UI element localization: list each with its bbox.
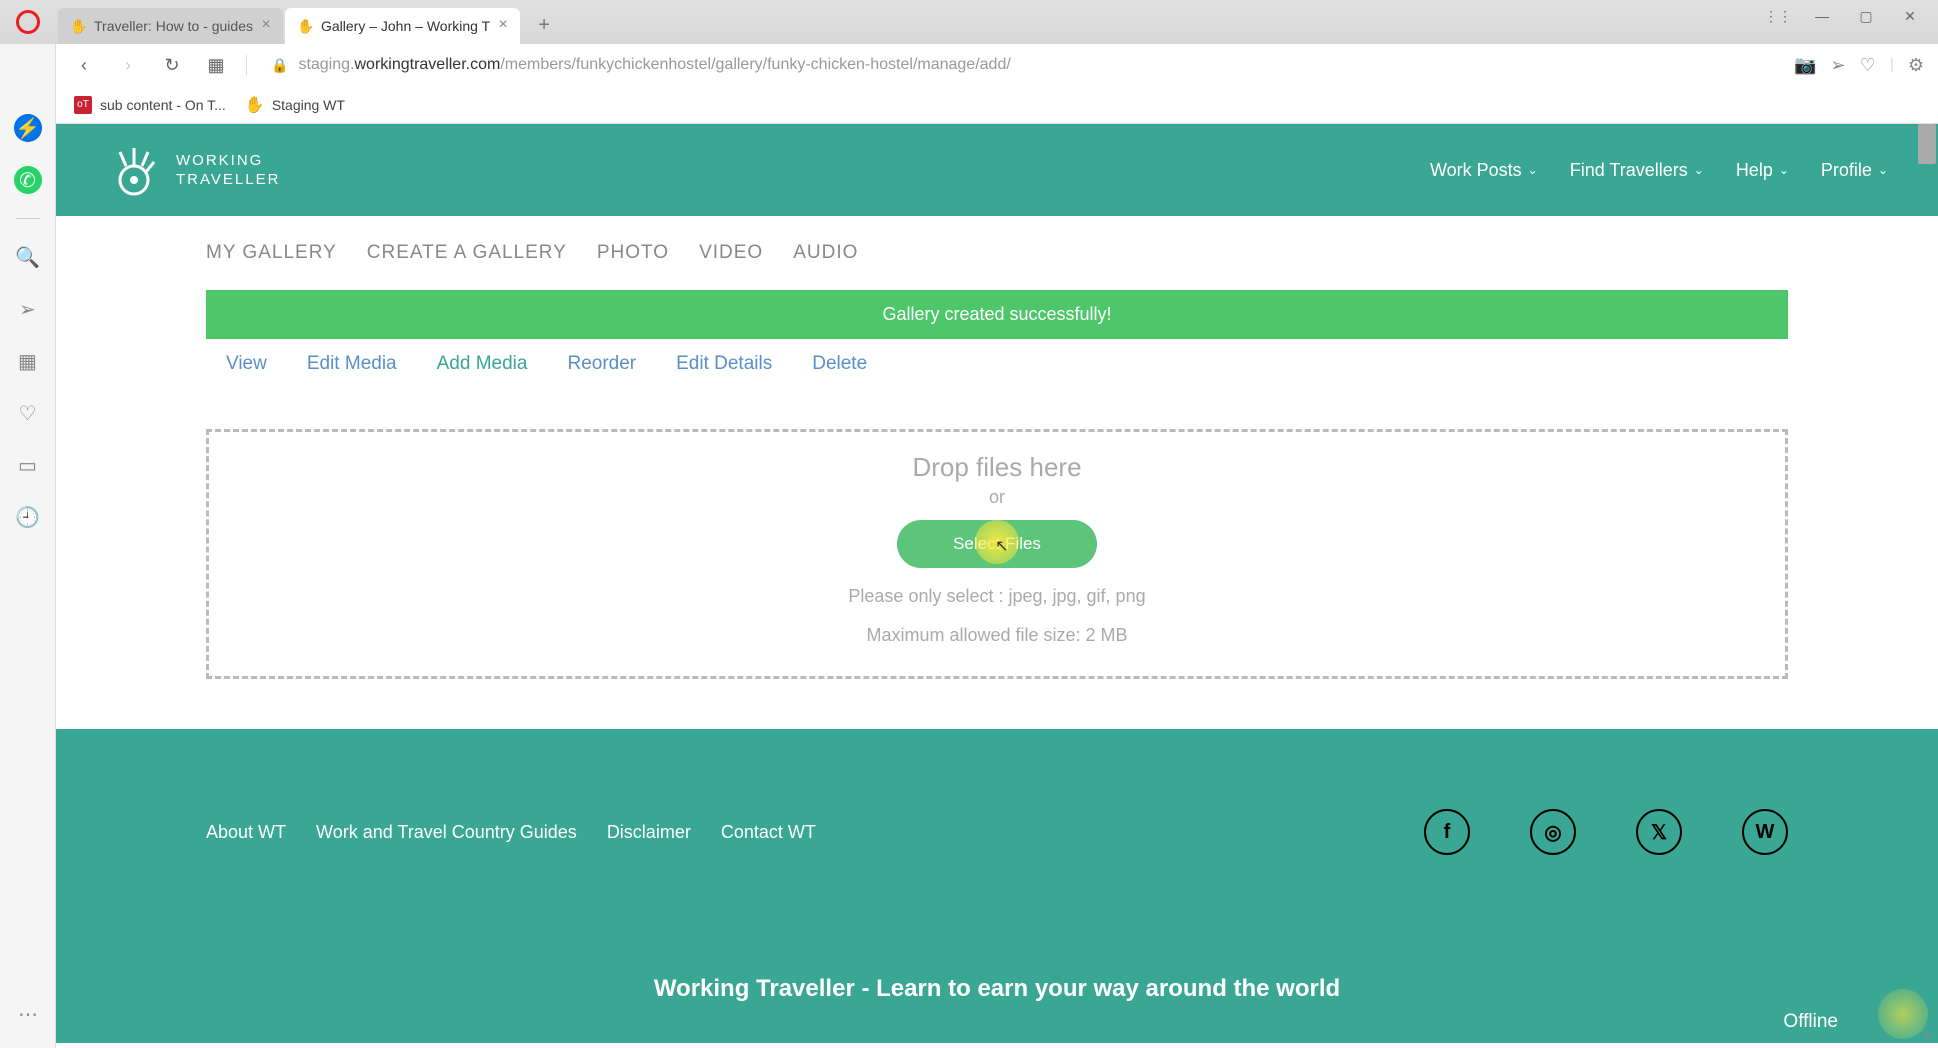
tab-edit-media[interactable]: Edit Media xyxy=(307,353,397,375)
tab-close-icon[interactable]: × xyxy=(496,18,510,32)
send-icon[interactable]: ➢ xyxy=(1830,55,1845,76)
chat-offline-widget[interactable]: Offline xyxy=(1783,1011,1838,1033)
tab-add-media[interactable]: Add Media xyxy=(437,353,528,375)
logo-icon xyxy=(106,142,162,198)
logo-text-2: TRAVELLER xyxy=(176,170,280,190)
tab-favicon-icon: ✋ xyxy=(297,18,313,34)
opera-logo[interactable] xyxy=(16,10,40,34)
gallery-action-tabs: View Edit Media Add Media Reorder Edit D… xyxy=(206,339,1788,389)
subnav-audio[interactable]: AUDIO xyxy=(793,242,858,264)
back-button[interactable]: ‹ xyxy=(70,51,98,79)
tab-close-icon[interactable]: × xyxy=(259,18,273,32)
subnav-create-gallery[interactable]: CREATE A GALLERY xyxy=(367,242,567,264)
bookmark-item[interactable]: oT sub content - On T... xyxy=(74,96,226,114)
site-logo[interactable]: WORKING TRAVELLER xyxy=(106,142,280,198)
tab-title: Traveller: How to - guides xyxy=(94,18,253,34)
whatsapp-icon[interactable]: ✆ xyxy=(14,166,42,194)
select-files-button[interactable]: Select Files ↖ xyxy=(897,520,1097,568)
bookmarks-bar: oT sub content - On T... ✋ Staging WT xyxy=(0,86,1938,124)
bookmark-item[interactable]: ✋ Staging WT xyxy=(246,96,345,114)
site-footer: About WT Work and Travel Country Guides … xyxy=(56,729,1938,1043)
file-type-hint: Please only select : jpeg, jpg, gif, png xyxy=(209,586,1785,607)
new-tab-button[interactable]: + xyxy=(528,9,560,41)
opera-sidebar: ⚡ ✆ 🔍 ➢ ▦ ♡ ▭ 🕘 ⋯ xyxy=(0,44,56,1048)
chevron-down-icon: ⌄ xyxy=(1694,163,1704,177)
footer-disclaimer[interactable]: Disclaimer xyxy=(607,822,691,843)
logo-text-1: WORKING xyxy=(176,151,280,171)
footer-guides[interactable]: Work and Travel Country Guides xyxy=(316,822,577,843)
chevron-down-icon: ⌄ xyxy=(1528,163,1538,177)
page-content: WORKING TRAVELLER Work Posts⌄ Find Trave… xyxy=(56,124,1938,1048)
twitter-icon[interactable]: 𝕏 xyxy=(1636,809,1682,855)
tab-favicon-icon: ✋ xyxy=(70,18,86,34)
nav-find-travellers[interactable]: Find Travellers⌄ xyxy=(1570,160,1704,181)
file-dropzone[interactable]: Drop files here or Select Files ↖ Please… xyxy=(206,429,1788,679)
scrollbar-down-icon[interactable]: ▾ xyxy=(1918,1026,1936,1044)
chevron-down-icon: ⌄ xyxy=(1779,163,1789,177)
bookmark-label: sub content - On T... xyxy=(100,97,226,113)
subnav-photo[interactable]: PHOTO xyxy=(597,242,669,264)
maximize-button[interactable]: ▢ xyxy=(1846,0,1886,32)
scrollbar-thumb[interactable] xyxy=(1918,124,1936,164)
easy-setup-icon[interactable]: ⋮⋮ xyxy=(1758,0,1798,32)
snapshot-icon[interactable]: 📷 xyxy=(1794,55,1816,76)
search-icon[interactable]: 🔍 xyxy=(14,243,42,271)
main-nav: Work Posts⌄ Find Travellers⌄ Help⌄ Profi… xyxy=(1430,160,1888,181)
success-alert: Gallery created successfully! xyxy=(206,290,1788,339)
url-text: staging.workingtraveller.com/members/fun… xyxy=(298,56,1010,74)
file-size-hint: Maximum allowed file size: 2 MB xyxy=(209,625,1785,646)
browser-chrome: ✋ Traveller: How to - guides × ✋ Gallery… xyxy=(0,0,1938,125)
bookmark-favicon-icon: oT xyxy=(74,96,92,114)
heart-icon[interactable]: ♡ xyxy=(1860,55,1876,76)
dropzone-title: Drop files here xyxy=(209,452,1785,483)
bookmark-favicon-icon: ✋ xyxy=(246,96,264,114)
history-icon[interactable]: 🕘 xyxy=(14,503,42,531)
nav-profile[interactable]: Profile⌄ xyxy=(1821,160,1888,181)
lock-icon: 🔒 xyxy=(271,57,288,74)
tab-view[interactable]: View xyxy=(226,353,267,375)
facebook-icon[interactable]: f xyxy=(1424,809,1470,855)
speed-dial-icon[interactable]: ▦ xyxy=(202,51,230,79)
subnav-my-gallery[interactable]: MY GALLERY xyxy=(206,242,337,264)
news-icon[interactable]: ▭ xyxy=(14,451,42,479)
browser-tab[interactable]: ✋ Traveller: How to - guides × xyxy=(58,8,283,44)
footer-links: About WT Work and Travel Country Guides … xyxy=(206,822,816,843)
instagram-icon[interactable]: ◎ xyxy=(1530,809,1576,855)
tab-strip: ✋ Traveller: How to - guides × ✋ Gallery… xyxy=(0,0,1938,44)
browser-tab-active[interactable]: ✋ Gallery – John – Working T × xyxy=(285,8,520,44)
site-header: WORKING TRAVELLER Work Posts⌄ Find Trave… xyxy=(56,124,1938,216)
footer-contact[interactable]: Contact WT xyxy=(721,822,816,843)
tab-delete[interactable]: Delete xyxy=(812,353,867,375)
url-bar: ‹ › ↻ ▦ 🔒 staging.workingtraveller.com/m… xyxy=(0,44,1938,86)
heart-sidebar-icon[interactable]: ♡ xyxy=(14,399,42,427)
close-window-button[interactable]: ✕ xyxy=(1890,0,1930,32)
footer-about[interactable]: About WT xyxy=(206,822,286,843)
forward-button[interactable]: › xyxy=(114,51,142,79)
messenger-icon[interactable]: ⚡ xyxy=(14,114,42,142)
speed-dial-sidebar-icon[interactable]: ▦ xyxy=(14,347,42,375)
cursor-icon: ↖ xyxy=(995,536,1008,556)
vk-icon[interactable]: W xyxy=(1742,809,1788,855)
subnav-video[interactable]: VIDEO xyxy=(699,242,763,264)
sub-nav: MY GALLERY CREATE A GALLERY PHOTO VIDEO … xyxy=(56,216,1938,290)
reload-button[interactable]: ↻ xyxy=(158,51,186,79)
window-controls: ⋮⋮ — ▢ ✕ xyxy=(1758,0,1930,32)
nav-help[interactable]: Help⌄ xyxy=(1736,160,1789,181)
bookmark-label: Staging WT xyxy=(272,97,345,113)
footer-tagline: Working Traveller - Learn to earn your w… xyxy=(206,975,1788,1003)
tab-reorder[interactable]: Reorder xyxy=(567,353,636,375)
more-icon[interactable]: ⋯ xyxy=(14,1000,42,1028)
minimize-button[interactable]: — xyxy=(1802,0,1842,32)
dropzone-or: or xyxy=(209,487,1785,508)
flow-icon[interactable]: ➢ xyxy=(14,295,42,323)
address-bar[interactable]: 🔒 staging.workingtraveller.com/members/f… xyxy=(263,50,1778,80)
social-icons: f ◎ 𝕏 W xyxy=(1424,809,1788,855)
nav-work-posts[interactable]: Work Posts⌄ xyxy=(1430,160,1538,181)
chevron-down-icon: ⌄ xyxy=(1878,163,1888,177)
settings-icon[interactable]: ⚙ xyxy=(1908,55,1924,76)
tab-title: Gallery – John – Working T xyxy=(321,18,490,34)
tab-edit-details[interactable]: Edit Details xyxy=(676,353,772,375)
